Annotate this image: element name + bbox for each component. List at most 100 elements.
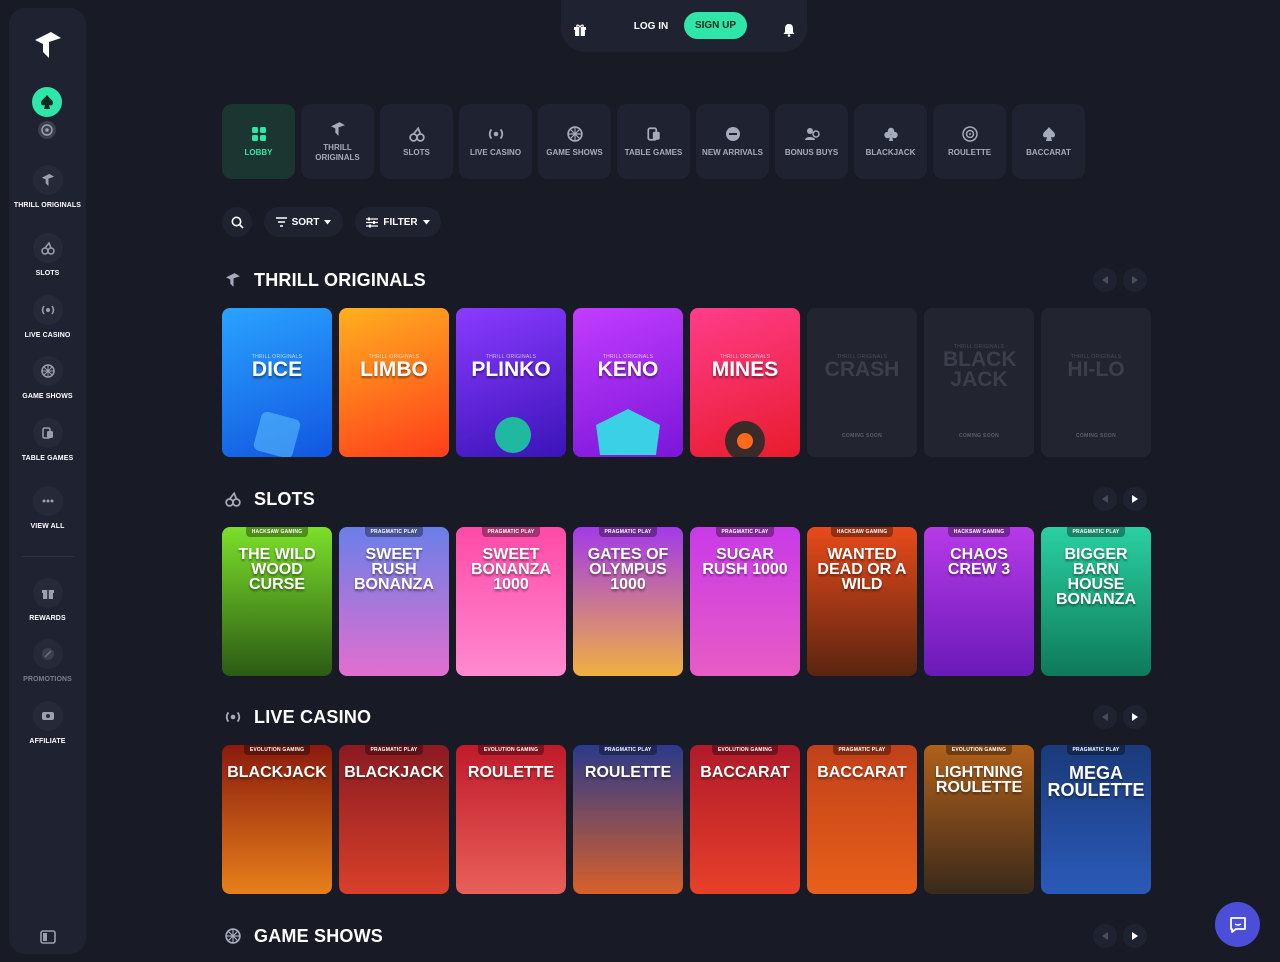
sports-mode-toggle[interactable] — [38, 121, 56, 139]
card-title: ROULETTE — [584, 764, 672, 781]
sidebar-item-thrill-originals[interactable]: THRILL ORIGINALS — [9, 165, 86, 210]
game-card-live[interactable]: PRAGMATIC PLAY BACCARAT — [807, 745, 917, 894]
game-card-live[interactable]: EVOLUTION GAMING BLACKJACK — [222, 745, 332, 894]
collapse-sidebar-icon[interactable] — [40, 929, 56, 945]
sidebar-item-game-shows[interactable]: GAME SHOWS — [9, 356, 86, 401]
game-card-keno[interactable]: THRILL ORIGINALS KENO — [573, 308, 683, 457]
scroll-left-button[interactable] — [1093, 705, 1117, 729]
dice-graphic — [253, 411, 301, 457]
card-title: THE WILD WOOD CURSE — [238, 546, 316, 593]
game-card-live[interactable]: EVOLUTION GAMING ROULETTE — [456, 745, 566, 894]
grid-icon — [250, 125, 268, 143]
filter-button[interactable]: FILTER — [355, 207, 441, 237]
game-card-hi-lo[interactable]: THRILL ORIGINALS HI-LO COMING SOON — [1041, 308, 1151, 457]
card-title: GATES OF OLYMPUS 1000 — [587, 546, 669, 593]
tab-bonus-buys[interactable]: BONUS BUYS — [775, 104, 848, 179]
game-card-dice[interactable]: THRILL ORIGINALS DICE — [222, 308, 332, 457]
tab-label: BACCARAT — [1026, 148, 1071, 157]
game-card-limbo[interactable]: THRILL ORIGINALS LIMBO — [339, 308, 449, 457]
tab-label: ROULETTE — [947, 148, 992, 157]
tab-label: BLACKJACK — [865, 148, 916, 157]
keno-ball-graphic — [596, 409, 660, 455]
card-title: MEGA ROULETTE — [1047, 763, 1145, 800]
sort-button[interactable]: SORT — [264, 207, 343, 237]
tab-thrill-originals[interactable]: THRILL ORIGINALS — [301, 104, 374, 179]
sidebar-item-view-all[interactable]: VIEW ALL — [9, 486, 86, 531]
tab-label: GAME SHOWS — [546, 148, 603, 157]
game-card-slot[interactable]: PRAGMATIC PLAY SWEET BONANZA 1000 — [456, 527, 566, 676]
game-card-slot[interactable]: PRAGMATIC PLAY BIGGER BARN HOUSE BONANZA — [1041, 527, 1151, 676]
sidebar-item-slots[interactable]: SLOTS — [9, 233, 86, 278]
tab-lobby[interactable]: LOBBY — [222, 104, 295, 179]
search-button[interactable] — [222, 207, 252, 237]
sidebar-item-affiliate[interactable]: AFFILIATE — [9, 701, 86, 746]
game-card-mines[interactable]: THRILL ORIGINALS MINES — [690, 308, 800, 457]
game-card-blackjack-original[interactable]: THRILL ORIGINALS BLACK JACK COMING SOON — [924, 308, 1034, 457]
scroll-right-button[interactable] — [1123, 487, 1147, 511]
tab-label: SLOTS — [403, 148, 430, 157]
scroll-right-button[interactable] — [1123, 705, 1147, 729]
signup-button[interactable]: SIGN UP — [684, 12, 747, 39]
tab-blackjack[interactable]: BLACKJACK — [854, 104, 927, 179]
live-chat-button[interactable] — [1215, 902, 1260, 947]
sidebar-item-label: THRILL ORIGINALS — [13, 202, 82, 209]
sidebar-item-rewards[interactable]: REWARDS — [9, 578, 86, 623]
card-title: BIGGER BARN HOUSE BONANZA — [1056, 546, 1136, 608]
casino-mode-toggle[interactable] — [32, 87, 62, 117]
thrill-logo-icon[interactable] — [33, 30, 63, 60]
card-title: SWEET BONANZA 1000 — [471, 546, 551, 593]
section-header-slots: SLOTS — [222, 487, 1147, 511]
scroll-left-button[interactable] — [1093, 924, 1117, 948]
game-card-live[interactable]: PRAGMATIC PLAY ROULETTE — [573, 745, 683, 894]
login-button[interactable]: LOG IN — [629, 14, 673, 38]
tab-label: NEW ARRIVALS — [702, 148, 763, 157]
tab-live-casino[interactable]: LIVE CASINO — [459, 104, 532, 179]
game-card-slot[interactable]: HACKSAW GAMING THE WILD WOOD CURSE — [222, 527, 332, 676]
game-card-live[interactable]: EVOLUTION GAMING BACCARAT — [690, 745, 800, 894]
game-card-slot[interactable]: HACKSAW GAMING CHAOS CREW 3 — [924, 527, 1034, 676]
tab-label: LIVE CASINO — [469, 148, 522, 157]
wheel-icon — [224, 927, 242, 945]
tab-slots[interactable]: SLOTS — [380, 104, 453, 179]
card-provider: PRAGMATIC PLAY — [598, 527, 658, 537]
caret-down-icon — [324, 219, 332, 224]
game-card-live[interactable]: PRAGMATIC PLAY BLACKJACK — [339, 745, 449, 894]
sidebar-item-label: AFFILIATE — [29, 738, 66, 745]
game-card-slot[interactable]: PRAGMATIC PLAY SWEET RUSH BONANZA — [339, 527, 449, 676]
game-card-slot[interactable]: PRAGMATIC PLAY GATES OF OLYMPUS 1000 — [573, 527, 683, 676]
chevron-right-icon — [1132, 932, 1138, 940]
game-card-crash[interactable]: THRILL ORIGINALS CRASH COMING SOON — [807, 308, 917, 457]
game-card-plinko[interactable]: THRILL ORIGINALS PLINKO — [456, 308, 566, 457]
tab-roulette[interactable]: ROULETTE — [933, 104, 1006, 179]
game-card-slot[interactable]: PRAGMATIC PLAY SUGAR RUSH 1000 — [690, 527, 800, 676]
live-broadcast-icon — [224, 708, 242, 726]
card-title: SUGAR RUSH 1000 — [702, 546, 788, 578]
sidebar-item-label: TABLE GAMES — [21, 455, 74, 462]
tab-label: TABLE GAMES — [624, 148, 683, 157]
live-broadcast-icon — [487, 125, 505, 143]
scroll-right-button[interactable] — [1123, 924, 1147, 948]
gift-button[interactable] — [567, 17, 593, 43]
mine-bomb-graphic — [725, 421, 765, 457]
notifications-button[interactable] — [776, 17, 802, 43]
more-dots-icon — [32, 486, 63, 516]
tab-game-shows[interactable]: GAME SHOWS — [538, 104, 611, 179]
tab-new-arrivals[interactable]: NEW ARRIVALS — [696, 104, 769, 179]
sidebar-item-label: LIVE CASINO — [24, 332, 71, 339]
sidebar-item-promotions[interactable]: PROMOTIONS — [9, 639, 86, 684]
caret-down-icon — [422, 219, 430, 224]
sidebar-item-table-games[interactable]: TABLE GAMES — [9, 418, 86, 463]
scroll-right-button[interactable] — [1123, 268, 1147, 292]
scroll-left-button[interactable] — [1093, 268, 1117, 292]
filter-sliders-icon — [366, 217, 379, 227]
affiliate-icon — [32, 701, 63, 731]
soccer-ball-icon — [41, 124, 53, 136]
tab-baccarat[interactable]: BACCARAT — [1012, 104, 1085, 179]
game-card-live[interactable]: EVOLUTION GAMING LIGHTNING ROULETTE — [924, 745, 1034, 894]
scroll-left-button[interactable] — [1093, 487, 1117, 511]
game-card-live[interactable]: PRAGMATIC PLAY MEGA ROULETTE — [1041, 745, 1151, 894]
cards-icon — [32, 418, 63, 448]
tab-table-games[interactable]: TABLE GAMES — [617, 104, 690, 179]
game-card-slot[interactable]: HACKSAW GAMING WANTED DEAD OR A WILD — [807, 527, 917, 676]
sidebar-item-live-casino[interactable]: LIVE CASINO — [9, 295, 86, 340]
